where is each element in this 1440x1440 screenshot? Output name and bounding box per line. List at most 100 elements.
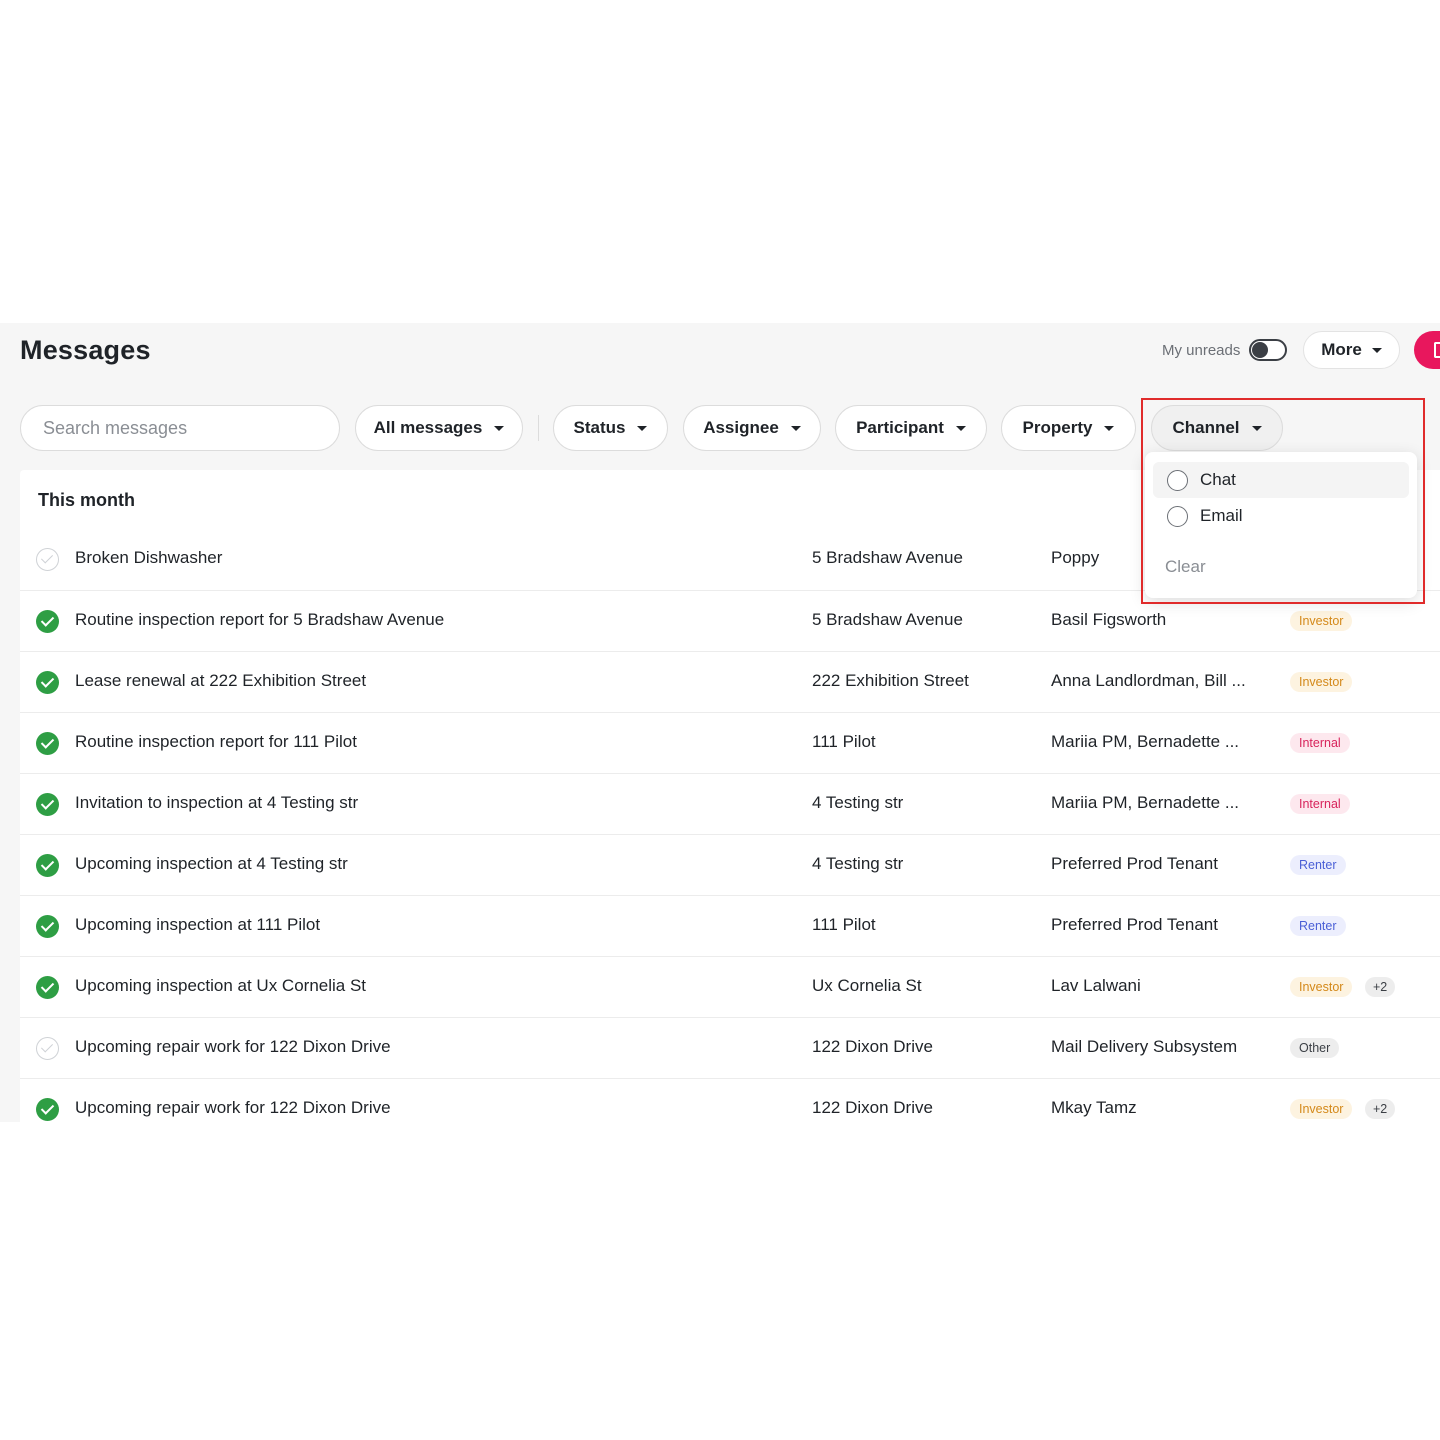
filter-divider — [538, 415, 539, 441]
channel-filter[interactable]: Channel — [1151, 405, 1283, 451]
chevron-down-icon — [1251, 425, 1262, 431]
compose-icon — [1434, 342, 1440, 358]
row-subject: Upcoming repair work for 122 Dixon Drive — [75, 1037, 391, 1056]
check-circle-icon[interactable] — [36, 732, 59, 755]
radio-icon — [1167, 505, 1188, 527]
row-subject: Invitation to inspection at 4 Testing st… — [75, 793, 359, 812]
row-subject: Broken Dishwasher — [75, 548, 223, 567]
row-property: 122 Dixon Drive — [812, 1098, 933, 1117]
participant-filter[interactable]: Participant — [835, 405, 987, 451]
channel-option-label: Email — [1200, 506, 1243, 525]
check-circle-icon[interactable] — [36, 976, 59, 999]
check-circle-icon[interactable] — [36, 1098, 59, 1121]
participant-label: Participant — [856, 418, 944, 437]
row-subject: Upcoming inspection at Ux Cornelia St — [75, 976, 367, 995]
row-property: 4 Testing str — [812, 854, 904, 873]
role-badge: Investor — [1290, 1099, 1353, 1119]
search-input[interactable] — [20, 405, 340, 451]
assignee-filter[interactable]: Assignee — [683, 405, 821, 451]
chevron-down-icon — [790, 425, 801, 431]
row-participants: Anna Landlordman, Bill ... — [1051, 671, 1246, 690]
chevron-down-icon — [637, 425, 648, 431]
property-filter[interactable]: Property — [1001, 405, 1136, 451]
table-row[interactable]: Upcoming inspection at 111 Pilot 111 Pilo… — [20, 895, 1440, 956]
property-label: Property — [1022, 418, 1093, 437]
role-badge: Other — [1290, 1038, 1340, 1058]
channel-option-email[interactable]: Email — [1153, 498, 1409, 534]
toggle-knob — [1252, 342, 1269, 358]
row-property: 5 Bradshaw Avenue — [812, 610, 963, 629]
assignee-label: Assignee — [703, 418, 779, 437]
check-circle-icon[interactable] — [36, 610, 59, 633]
role-badge: Investor — [1290, 672, 1353, 692]
row-subject: Routine inspection report for 111 Pilot — [75, 732, 357, 751]
role-badge: Renter — [1290, 855, 1346, 875]
channel-label: Channel — [1172, 418, 1240, 437]
row-participants: Poppy — [1051, 548, 1100, 567]
row-subject: Upcoming repair work for 122 Dixon Drive — [75, 1098, 391, 1117]
row-participants: Mkay Tamz — [1051, 1098, 1137, 1117]
check-circle-icon[interactable] — [36, 854, 59, 877]
my-unreads-label: My unreads — [1162, 341, 1241, 359]
row-participants: Preferred Prod Tenant — [1051, 854, 1218, 873]
status-filter[interactable]: Status — [553, 405, 668, 451]
extra-count-badge: +2 — [1365, 977, 1396, 997]
row-participants: Preferred Prod Tenant — [1051, 915, 1218, 934]
channel-option-chat[interactable]: Chat — [1153, 462, 1409, 498]
row-property: 4 Testing str — [812, 793, 904, 812]
table-row[interactable]: Upcoming repair work for 122 Dixon Drive… — [20, 1078, 1440, 1122]
table-row[interactable]: Upcoming inspection at Ux Cornelia St Ux … — [20, 956, 1440, 1017]
more-button[interactable]: More — [1303, 331, 1400, 369]
row-property: 122 Dixon Drive — [812, 1037, 933, 1056]
check-outline-icon[interactable] — [36, 1037, 59, 1060]
row-participants: Lav Lalwani — [1051, 976, 1141, 995]
channel-option-label: Chat — [1200, 470, 1236, 489]
table-row[interactable]: Upcoming repair work for 122 Dixon Drive… — [20, 1017, 1440, 1078]
row-participants: Mariia PM, Bernadette ... — [1051, 732, 1240, 751]
chevron-down-icon — [1371, 347, 1382, 353]
role-badge: Investor — [1290, 611, 1353, 631]
my-unreads-toggle[interactable] — [1249, 339, 1288, 361]
chevron-down-icon — [494, 425, 505, 431]
extra-count-badge: +2 — [1365, 1099, 1396, 1119]
row-property: 222 Exhibition Street — [812, 671, 969, 690]
row-property: 111 Pilot — [812, 915, 876, 934]
all-messages-filter[interactable]: All messages — [355, 405, 523, 451]
check-circle-icon[interactable] — [36, 915, 59, 938]
check-circle-icon[interactable] — [36, 793, 59, 816]
table-row[interactable]: Lease renewal at 222 Exhibition Street 22… — [20, 651, 1440, 712]
row-participants: Mariia PM, Bernadette ... — [1051, 793, 1240, 812]
role-badge: Investor — [1290, 977, 1353, 997]
table-row[interactable]: Upcoming inspection at 4 Testing str 4 Te… — [20, 834, 1440, 895]
check-outline-icon[interactable] — [36, 548, 59, 571]
row-subject: Upcoming inspection at 111 Pilot — [75, 915, 321, 934]
role-badge: Internal — [1290, 733, 1350, 753]
channel-clear-button[interactable]: Clear — [1165, 557, 1206, 577]
row-property: Ux Cornelia St — [812, 976, 922, 995]
role-badge: Renter — [1290, 916, 1346, 936]
role-badge: Internal — [1290, 794, 1350, 814]
table-row[interactable]: Invitation to inspection at 4 Testing st… — [20, 773, 1440, 834]
row-property: 111 Pilot — [812, 732, 876, 751]
row-subject: Upcoming inspection at 4 Testing str — [75, 854, 348, 873]
new-message-button[interactable] — [1414, 331, 1440, 369]
row-subject: Lease renewal at 222 Exhibition Street — [75, 671, 367, 690]
table-row[interactable]: Routine inspection report for 111 Pilot 1… — [20, 712, 1440, 773]
row-property: 5 Bradshaw Avenue — [812, 548, 963, 567]
messages-app: Messages My unreads More All messages St… — [0, 323, 1440, 1122]
filter-bar: All messages Status Assignee Participant… — [0, 405, 1440, 453]
page-title: Messages — [20, 335, 151, 365]
status-label: Status — [573, 418, 626, 437]
more-button-label: More — [1321, 340, 1362, 359]
my-unreads-control: My unreads — [1162, 339, 1288, 361]
chevron-down-icon — [1104, 425, 1115, 431]
radio-icon — [1167, 469, 1188, 491]
row-participants: Basil Figsworth — [1051, 610, 1167, 629]
channel-dropdown: Chat Email Clear — [1145, 452, 1417, 598]
all-messages-label: All messages — [373, 418, 483, 437]
row-participants: Mail Delivery Subsystem — [1051, 1037, 1238, 1056]
chevron-down-icon — [955, 425, 966, 431]
check-circle-icon[interactable] — [36, 671, 59, 694]
table-row[interactable]: Routine inspection report for 5 Bradshaw… — [20, 590, 1440, 651]
row-subject: Routine inspection report for 5 Bradshaw… — [75, 610, 445, 629]
